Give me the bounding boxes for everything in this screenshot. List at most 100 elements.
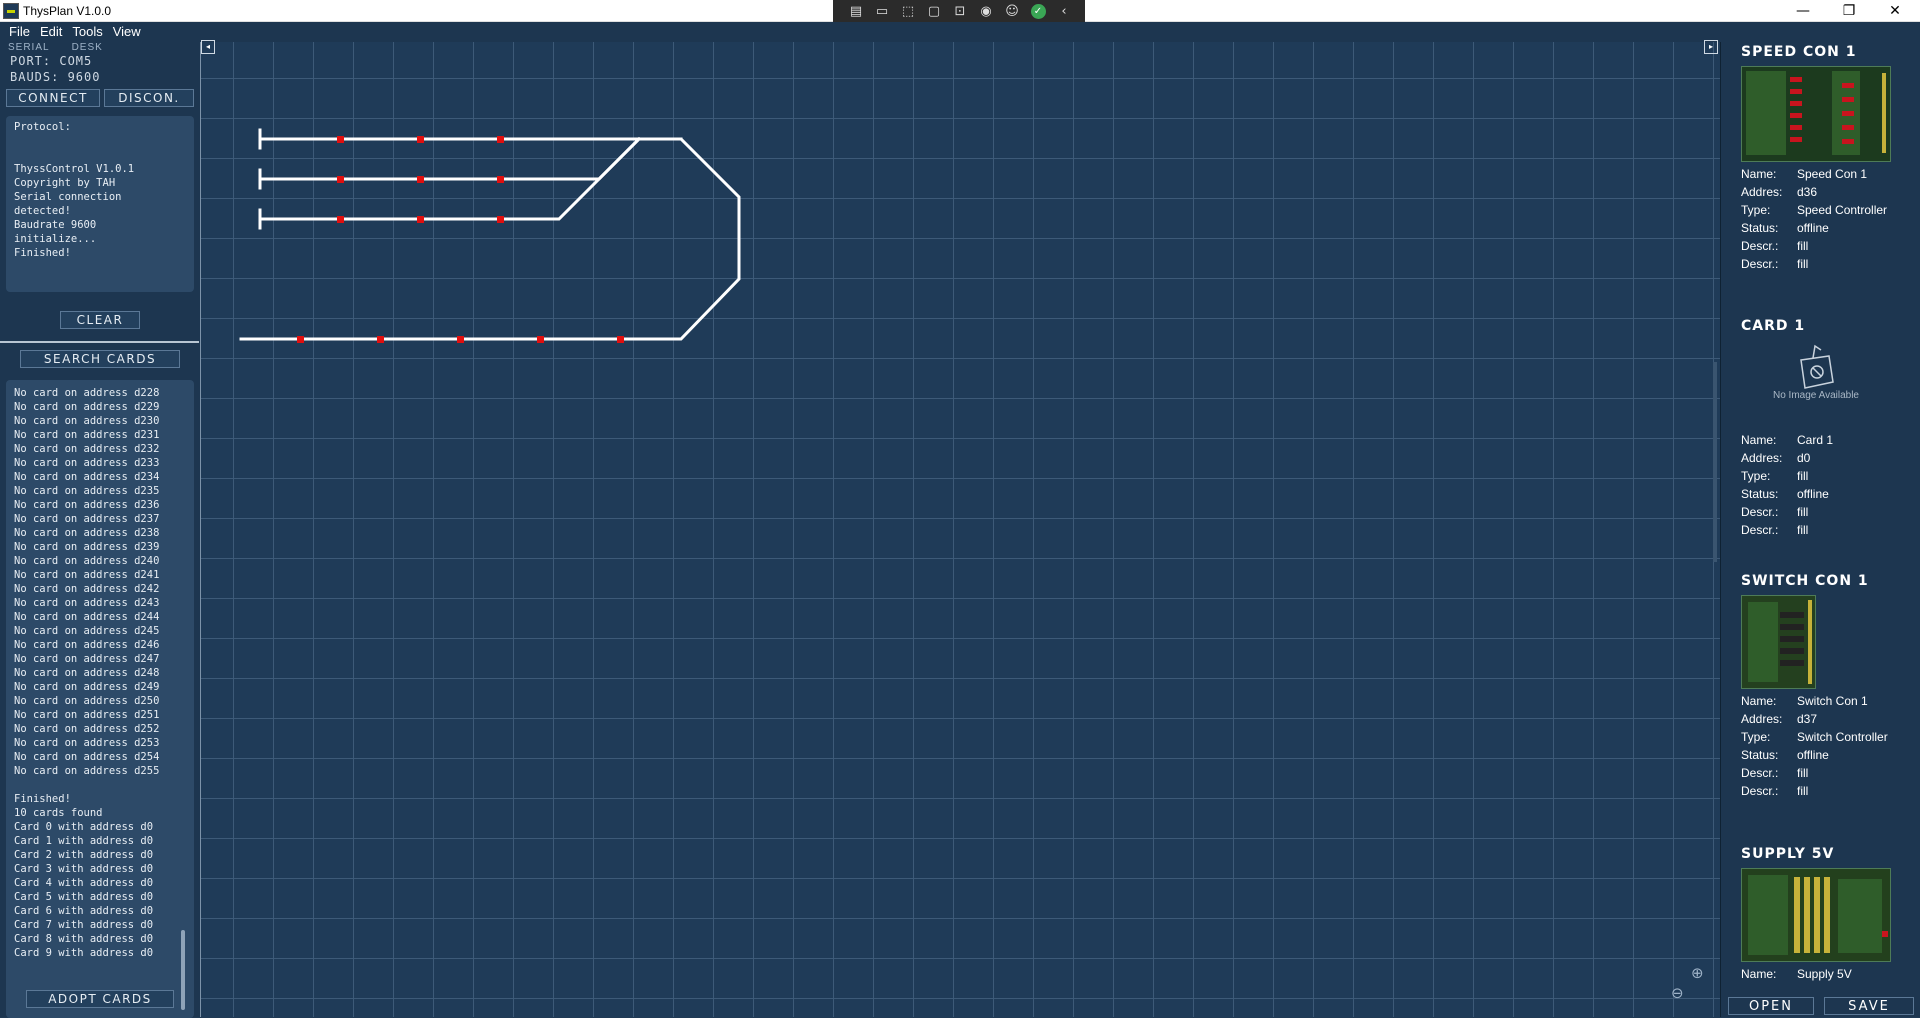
sensor-marker[interactable] [337, 176, 344, 183]
zoom-in-icon[interactable]: ⊕ [1691, 964, 1709, 982]
no-image-text: No Image Available [1773, 390, 1859, 401]
collapse-chevron-icon[interactable]: ‹ [1051, 0, 1077, 22]
card-info: Name: Speed Con 1 Addres: d36 Type: Speed C… [1741, 166, 1911, 272]
sensor-marker[interactable] [617, 336, 624, 343]
card-descr-1: fill [1797, 505, 1809, 519]
card-address: d36 [1797, 185, 1818, 199]
log-scrollbar[interactable] [181, 930, 185, 1010]
card-speed-con-1[interactable]: SPEED CON 1 Name: Speed Con 1 Addres: d3… [1741, 44, 1911, 274]
track-layout [239, 128, 741, 343]
card-switch-con-1[interactable]: SWITCH CON 1 Name: Switch Con 1 Addres: d3… [1741, 573, 1911, 801]
pcb-image [1741, 595, 1816, 689]
card-supply-5v[interactable]: SUPPLY 5V Name: Supply 5V [1741, 846, 1911, 984]
card-info: Name: Card 1 Addres: d0 Type: fill Status: o… [1741, 432, 1911, 538]
port-label: PORT: COM5 [10, 54, 93, 68]
app-window: ThysPlan V1.0.0 ▤ ▭ ⬚ ▢ ⊡ ◉ ☺ ✓ ‹ — ❐ ✕ … [0, 0, 1920, 1018]
sensor-marker[interactable] [497, 176, 504, 183]
card-info: Name: Switch Con 1 Addres: d37 Type: Switch… [1741, 693, 1911, 799]
canvas-scrollbar[interactable] [1713, 362, 1717, 562]
zoom-out-icon[interactable]: ⊖ [1671, 984, 1689, 1002]
pcb-image [1741, 868, 1891, 962]
collapse-left-panel-button[interactable]: ◂ [201, 40, 215, 54]
title-bar: ThysPlan V1.0.0 ▤ ▭ ⬚ ▢ ⊡ ◉ ☺ ✓ ‹ — ❐ ✕ [0, 0, 1920, 22]
card-info: Name: Supply 5V [1741, 966, 1911, 982]
track-plan-canvas[interactable]: ◂ ▸ ⊕ ⊖ [200, 40, 1720, 1017]
sensor-marker[interactable] [417, 176, 424, 183]
card-title: SUPPLY 5V [1741, 846, 1835, 862]
ok-check-icon: ✓ [1030, 3, 1046, 19]
video-list-icon[interactable]: ▤ [843, 0, 869, 22]
card-title: CARD 1 [1741, 318, 1806, 334]
close-button[interactable]: ✕ [1872, 0, 1918, 22]
window-title: ThysPlan V1.0.0 [23, 4, 112, 18]
clear-button[interactable]: CLEAR [60, 311, 140, 329]
cursor-select-icon[interactable]: ⬚ [895, 0, 921, 22]
ok-check-button[interactable]: ✓ [1025, 0, 1051, 22]
card-name: Supply 5V [1797, 967, 1852, 981]
open-button[interactable]: OPEN [1728, 997, 1814, 1015]
sensor-marker[interactable] [297, 336, 304, 343]
card-name: Card 1 [1797, 433, 1834, 447]
card-descr-2: fill [1797, 257, 1809, 271]
card-title: SPEED CON 1 [1741, 44, 1857, 60]
sensor-marker[interactable] [337, 136, 344, 143]
tab-desk[interactable]: DESK [72, 42, 103, 53]
card-name: Switch Con 1 [1797, 694, 1868, 708]
camera-icon[interactable]: ▭ [869, 0, 895, 22]
audio-icon[interactable]: ◉ [973, 0, 999, 22]
sensor-marker[interactable] [377, 336, 384, 343]
window-select-icon[interactable]: ▢ [921, 0, 947, 22]
card-status: offline [1797, 748, 1829, 762]
save-button[interactable]: SAVE [1824, 997, 1914, 1015]
sensor-marker[interactable] [337, 216, 344, 223]
card-title: SWITCH CON 1 [1741, 573, 1869, 589]
bauds-label: BAUDS: 9600 [10, 70, 101, 84]
sensor-marker[interactable] [457, 336, 464, 343]
card-status: offline [1797, 487, 1829, 501]
minimize-button[interactable]: — [1780, 0, 1826, 22]
card-name: Speed Con 1 [1797, 167, 1868, 181]
menu-file[interactable]: File [4, 22, 35, 42]
right-panel: SPEED CON 1 Name: Speed Con 1 Addres: d3… [1720, 42, 1920, 1017]
card-type: Speed Controller [1797, 203, 1888, 217]
disconnect-button[interactable]: DISCON. [104, 89, 194, 107]
card-descr-1: fill [1797, 766, 1809, 780]
card-address: d0 [1797, 451, 1811, 465]
card-address: d37 [1797, 712, 1818, 726]
search-cards-button[interactable]: SEARCH CARDS [20, 350, 180, 368]
adopt-cards-button[interactable]: ADOPT CARDS [26, 990, 174, 1008]
tab-serial[interactable]: SERIAL [8, 42, 50, 53]
collapse-right-panel-button[interactable]: ▸ [1704, 40, 1718, 54]
panel-divider [0, 341, 199, 343]
card-descr-2: fill [1797, 523, 1809, 537]
left-tabs: SERIAL DESK [8, 42, 125, 53]
protocol-textbox[interactable]: Protocol: ThyssControl V1.0.1 Copyright … [6, 116, 194, 292]
card-descr-1: fill [1797, 239, 1809, 253]
search-log-textbox[interactable]: No card on address d228 No card on addre… [6, 380, 194, 1018]
card-status: offline [1797, 221, 1829, 235]
region-select-icon[interactable]: ⊡ [947, 0, 973, 22]
menu-view[interactable]: View [108, 22, 146, 42]
sensor-marker[interactable] [417, 136, 424, 143]
sensor-marker[interactable] [417, 216, 424, 223]
sensor-marker[interactable] [497, 136, 504, 143]
sensor-marker[interactable] [497, 216, 504, 223]
connect-button[interactable]: CONNECT [6, 89, 100, 107]
sensor-marker[interactable] [537, 336, 544, 343]
recorder-toolbar: ▤ ▭ ⬚ ▢ ⊡ ◉ ☺ ✓ ‹ [833, 0, 1085, 22]
card-type: Switch Controller [1797, 730, 1888, 744]
card-type: fill [1797, 469, 1809, 483]
app-icon [3, 3, 19, 19]
maximize-button[interactable]: ❐ [1826, 0, 1872, 22]
menu-edit[interactable]: Edit [35, 22, 67, 42]
track-main-loop[interactable] [239, 137, 741, 341]
accessibility-icon[interactable]: ☺ [999, 0, 1025, 22]
card-card-1[interactable]: CARD 1 No Image Available Name: Card 1 Ad… [1741, 318, 1911, 540]
pcb-image [1741, 66, 1891, 162]
card-descr-2: fill [1797, 784, 1809, 798]
menu-bar: File Edit Tools View [0, 22, 200, 42]
menu-tools[interactable]: Tools [67, 22, 107, 42]
no-image-placeholder: No Image Available [1741, 334, 1891, 414]
left-panel: SERIAL DESK PORT: COM5 BAUDS: 9600 CONNEC… [0, 42, 199, 1018]
track-siding-2[interactable] [258, 136, 642, 181]
